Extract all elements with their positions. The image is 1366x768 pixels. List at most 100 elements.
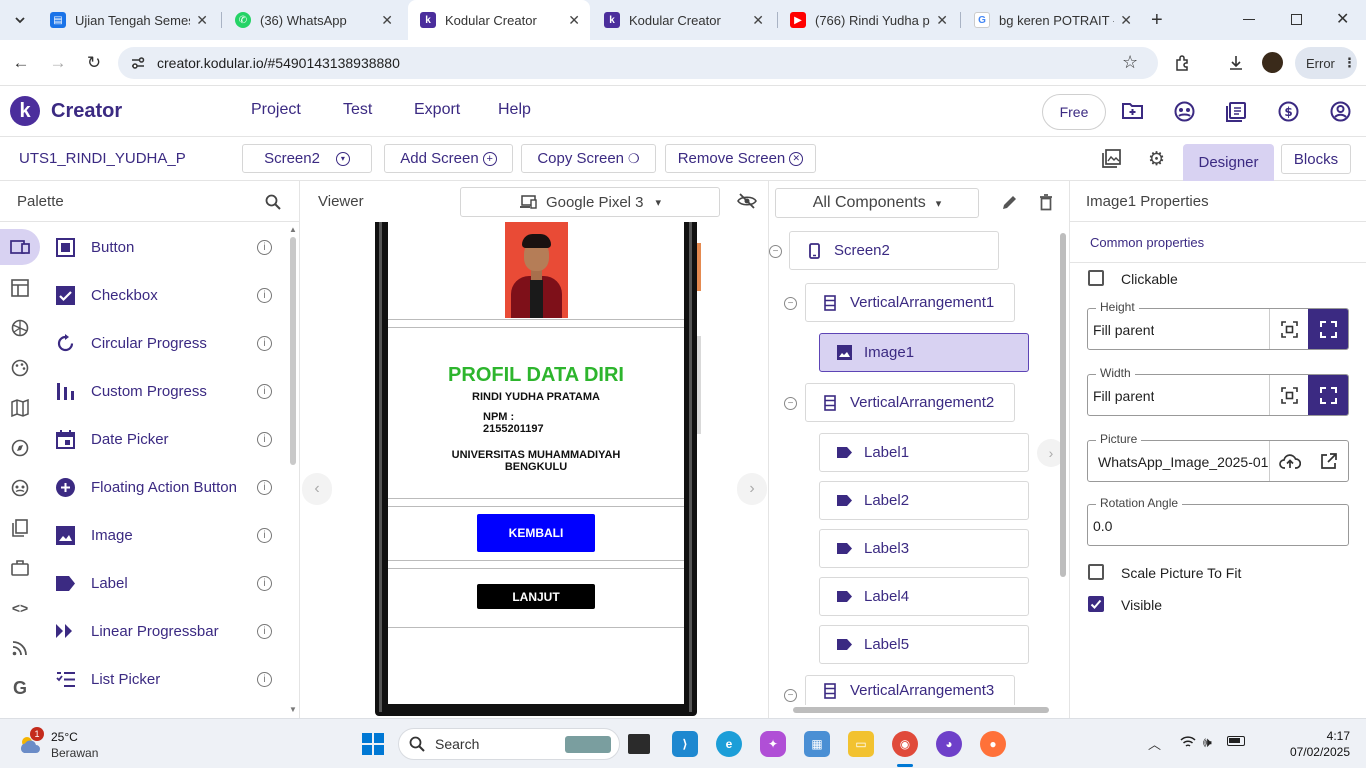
close-window-button[interactable]: ✕ [1336,9,1349,29]
collapse-icon[interactable]: − [784,689,797,702]
browser-tab-active[interactable]: k Kodular Creator ✕ [408,0,590,40]
info-icon[interactable]: i [257,527,272,543]
palette-item-label[interactable]: Label i [42,559,285,607]
open-external-icon[interactable] [1308,441,1348,481]
edge-icon[interactable]: e [716,731,742,757]
media-icon[interactable] [9,317,31,339]
volume-icon[interactable]: 🕪 [1203,734,1212,751]
tree-node-screen2[interactable]: Screen2 [789,231,999,270]
task-view-icon[interactable] [628,734,650,754]
kembali-button[interactable]: KEMBALI [477,514,595,552]
tree-node-label3[interactable]: Label3 [819,529,1029,568]
layout-icon[interactable] [9,277,31,299]
tree-node-verticalarrangement3[interactable]: VerticalArrangement3 [805,675,1015,705]
blocks-tab[interactable]: Blocks [1281,144,1351,174]
info-icon[interactable]: i [257,623,272,639]
tree-node-label2[interactable]: Label2 [819,481,1029,520]
scroll-up-arrow[interactable]: ▲ [289,225,297,234]
info-icon[interactable]: i [257,479,272,495]
forward-arrow-icon[interactable]: → [45,50,71,76]
next-arrow[interactable]: › [737,473,767,505]
sensors-icon[interactable] [9,437,31,459]
components-filter-select[interactable]: All Components ▾ [775,188,979,218]
browser-tab[interactable]: ✆ (36) WhatsApp ✕ [223,0,403,40]
collapse-icon[interactable]: − [769,245,782,258]
google-g-icon[interactable]: G [9,677,31,699]
tree-node-label5[interactable]: Label5 [819,625,1029,664]
palette-item-floating-action-button[interactable]: Floating Action Button i [42,463,285,511]
close-icon[interactable]: ✕ [568,12,580,29]
hidden-components-icon[interactable] [737,193,757,209]
clock-date[interactable]: 07/02/2025 [1256,745,1350,759]
add-screen-button[interactable]: Add Screen + [384,144,513,173]
gallery-icon[interactable] [1102,149,1121,168]
windows-start-icon[interactable] [362,733,384,755]
common-properties-section[interactable]: Common properties [1090,235,1204,250]
taskbar-search-box[interactable]: Search [398,728,620,760]
tree-node-label1[interactable]: Label1 [819,433,1029,472]
tree-horizontal-scrollbar[interactable] [793,707,1049,713]
tree-node-verticalarrangement1[interactable]: VerticalArrangement1 [805,283,1015,322]
screen-select[interactable]: Screen2 ▾ [242,144,372,173]
connectivity-icon[interactable] [9,557,31,579]
prev-arrow[interactable]: ‹ [302,473,332,505]
firefox-icon[interactable]: ● [980,731,1006,757]
info-icon[interactable]: i [257,239,272,255]
chrome-icon[interactable]: ◉ [892,731,918,757]
profile-error-button[interactable]: Error ⋮ [1295,47,1357,79]
info-icon[interactable]: i [257,671,272,687]
browser-tab[interactable]: ▶ (766) Rindi Yudha pra ✕ [778,0,958,40]
fill-parent-icon[interactable] [1308,309,1348,349]
height-field[interactable]: Height Fill parent [1087,300,1349,350]
menu-help[interactable]: Help [498,101,531,119]
account-icon[interactable] [1330,101,1351,122]
dollar-icon[interactable]: $ [1278,101,1299,122]
new-tab-button[interactable]: + [1151,9,1163,32]
copilot-icon[interactable]: ✦ [760,731,786,757]
delete-trash-icon[interactable] [1039,194,1053,211]
info-icon[interactable]: i [257,383,272,399]
bookmark-star-icon[interactable]: ☆ [1122,52,1138,73]
menu-project[interactable]: Project [251,101,301,119]
palette-item-image[interactable]: Image i [42,511,285,559]
rss-icon[interactable] [9,637,31,659]
drawing-icon[interactable] [9,357,31,379]
collapse-icon[interactable]: − [784,297,797,310]
close-icon[interactable]: ✕ [936,12,948,29]
github-desktop-icon[interactable]: ◕ [936,731,962,757]
address-bar[interactable]: creator.kodular.io/#5490143138938880 ☆ [118,47,1158,79]
scale-picture-checkbox[interactable] [1088,564,1104,580]
copy-screen-button[interactable]: Copy Screen ❍ [521,144,656,173]
browser-tab[interactable]: G bg keren POTRAIT - P ✕ [962,0,1142,40]
fill-parent-icon[interactable] [1308,375,1348,415]
info-icon[interactable]: i [257,431,272,447]
storage-icon[interactable] [9,517,31,539]
palette-scrollbar[interactable] [290,237,296,465]
remove-screen-button[interactable]: Remove Screen ✕ [665,144,816,173]
close-icon[interactable]: ✕ [1120,12,1132,29]
clock-time[interactable]: 4:17 [1296,729,1350,743]
fit-content-icon[interactable] [1269,309,1309,349]
rotation-angle-field[interactable]: Rotation Angle 0.0 [1087,496,1349,546]
width-field[interactable]: Width Fill parent [1087,366,1349,416]
community-icon[interactable] [1174,101,1195,122]
palette-item-custom-progress[interactable]: Custom Progress i [42,367,285,415]
collapse-icon[interactable]: − [784,397,797,410]
download-icon[interactable] [1223,50,1249,76]
palette-item-date-picker[interactable]: Date Picker i [42,415,285,463]
palette-item-list-picker[interactable]: List Picker i [42,655,285,703]
tree-node-image1-selected[interactable]: Image1 [819,333,1029,372]
lanjut-button[interactable]: LANJUT [477,584,595,609]
palette-item-linear-progressbar[interactable]: Linear Progressbar i [42,607,285,655]
info-icon[interactable]: i [257,575,272,591]
picture-field[interactable]: Picture WhatsApp_Image_2025-01- [1087,432,1349,482]
close-icon[interactable]: ✕ [381,12,393,29]
tree-node-verticalarrangement2[interactable]: VerticalArrangement2 [805,383,1015,422]
designer-tab[interactable]: Designer [1183,144,1274,181]
file-explorer-icon[interactable]: ▭ [848,731,874,757]
reload-icon[interactable]: ↻ [81,50,107,76]
vscode-icon[interactable]: ⟩ [672,731,698,757]
browser-tab[interactable]: ▤ Ujian Tengah Semeste ✕ [38,0,218,40]
clickable-checkbox[interactable] [1088,270,1104,286]
rename-pencil-icon[interactable] [1001,194,1018,211]
